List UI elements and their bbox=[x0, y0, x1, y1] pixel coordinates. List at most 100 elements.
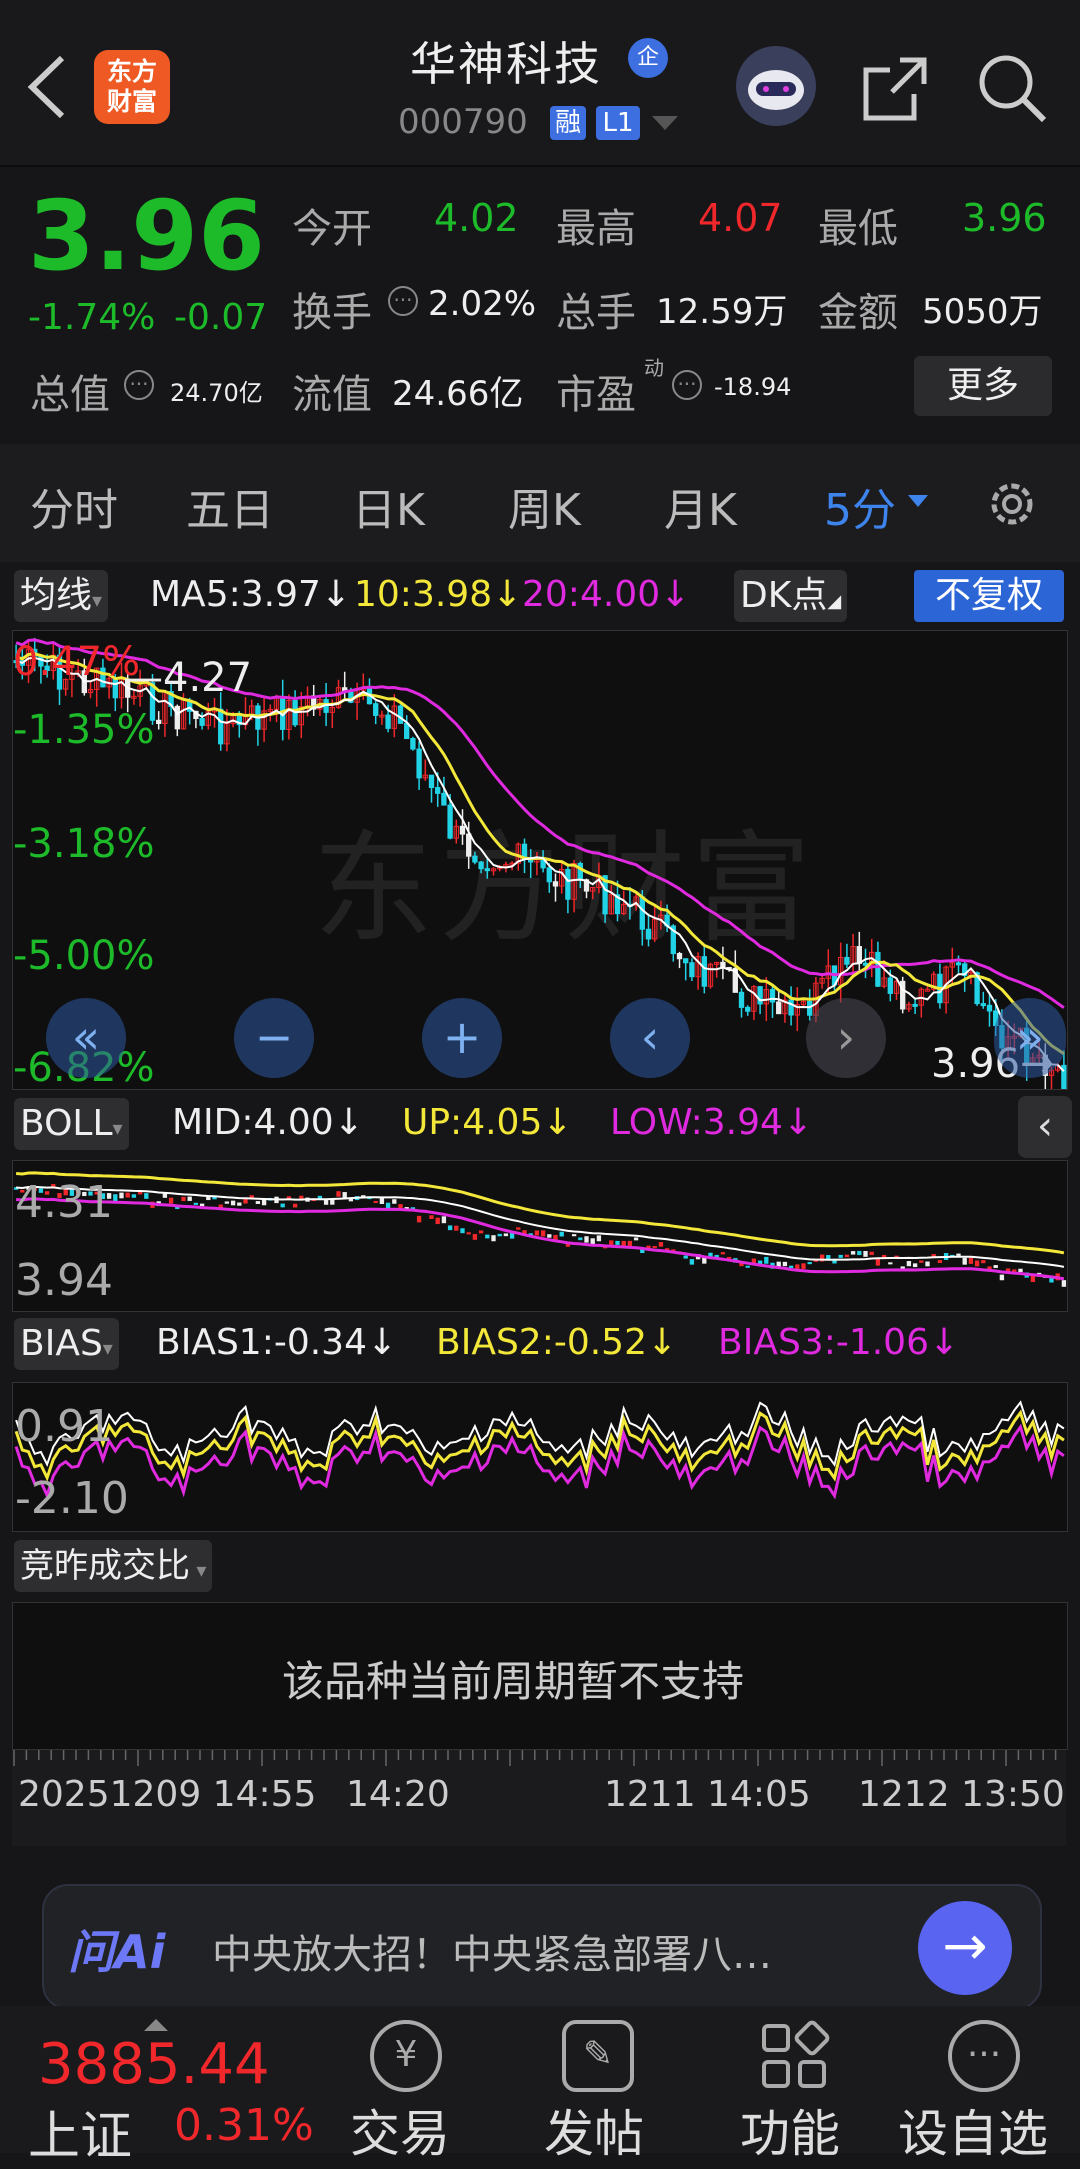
boll-candle bbox=[571, 1234, 577, 1237]
candle-body bbox=[745, 1006, 751, 1012]
boll-candle bbox=[912, 1263, 918, 1268]
collapse-panel-icon[interactable]: ‹ bbox=[1018, 1096, 1072, 1158]
search-icon[interactable] bbox=[976, 52, 1048, 124]
high-value: 4.07 bbox=[698, 196, 783, 240]
time-label-3: 1211 14:05 bbox=[604, 1774, 811, 1815]
level-tag: L1 bbox=[596, 106, 640, 140]
boll-candle bbox=[869, 1251, 874, 1256]
info-icon[interactable]: ··· bbox=[124, 370, 154, 400]
index-percent[interactable]: 0.31% bbox=[174, 2100, 314, 2151]
y-label-top: 0.47% bbox=[13, 639, 141, 685]
tab-five-day[interactable]: 五日 bbox=[186, 474, 274, 538]
boll-candle bbox=[491, 1235, 496, 1242]
nav-trade[interactable]: 交易 bbox=[350, 2094, 450, 2166]
boll-candle bbox=[447, 1225, 453, 1231]
ai-prompt-text[interactable]: 中央放大招！中央紧急部署八… bbox=[212, 1922, 772, 1980]
open-value: 4.02 bbox=[434, 196, 519, 240]
nav-function[interactable]: 功能 bbox=[740, 2094, 840, 2166]
candle-body bbox=[757, 986, 763, 1005]
high-marker: —4.27 bbox=[123, 655, 253, 701]
boll-candle bbox=[454, 1225, 459, 1231]
time-label-start: 20251209 14:55 bbox=[18, 1774, 317, 1815]
tab-weekly-k[interactable]: 周K bbox=[508, 474, 581, 538]
candle-body bbox=[397, 705, 404, 724]
boll-candle bbox=[720, 1252, 726, 1255]
robot-avatar-icon[interactable] bbox=[734, 44, 818, 128]
scroll-right-double-icon[interactable]: » bbox=[994, 998, 1066, 1078]
boll-candle bbox=[497, 1233, 502, 1237]
ma-selector-label: 均线 bbox=[20, 575, 93, 616]
boll-candle bbox=[1012, 1269, 1017, 1272]
candle-body bbox=[912, 1003, 918, 1007]
candle-body bbox=[416, 748, 422, 779]
index-value[interactable]: 3885.44 bbox=[38, 2032, 270, 2097]
main-kline-chart[interactable]: 东方财富 0.47% -1.35% -3.18% -5.00% -6.82% —… bbox=[12, 630, 1068, 1090]
tab-monthly-k[interactable]: 月K bbox=[664, 474, 737, 538]
info-icon[interactable]: ··· bbox=[388, 286, 418, 316]
boll-candle bbox=[516, 1227, 521, 1230]
boll-candle bbox=[968, 1257, 974, 1264]
function-grid-icon[interactable] bbox=[758, 2020, 830, 2092]
tab-intraday[interactable]: 分时 bbox=[30, 474, 118, 538]
bias-selector[interactable]: BIAS▾ bbox=[14, 1318, 119, 1370]
adjust-button[interactable]: 不复权 bbox=[914, 570, 1064, 622]
boll-candle bbox=[857, 1250, 862, 1256]
watchlist-more-icon[interactable]: ··· bbox=[948, 2020, 1020, 2092]
pe-sup: 动 bbox=[644, 356, 664, 380]
nav-watchlist[interactable]: 设自选 bbox=[898, 2094, 1048, 2166]
settings-gear-icon[interactable] bbox=[982, 474, 1042, 534]
boll-candle bbox=[460, 1228, 465, 1234]
more-button[interactable]: 更多 bbox=[914, 356, 1052, 416]
amount-value: 5050万 bbox=[922, 292, 1043, 332]
app-logo[interactable]: 东方 财富 bbox=[94, 50, 170, 124]
index-name[interactable]: 上证 bbox=[28, 2094, 132, 2169]
auction-selector[interactable]: 竞昨成交比 ▾ bbox=[14, 1540, 213, 1592]
open-label: 今开 bbox=[292, 206, 372, 252]
verified-badge: 企 bbox=[628, 38, 668, 78]
boll-candle bbox=[658, 1242, 664, 1247]
scroll-left-icon[interactable]: ‹ bbox=[610, 998, 690, 1078]
boll-candle bbox=[850, 1251, 856, 1255]
boll-candle bbox=[540, 1230, 546, 1237]
candle-body bbox=[887, 977, 893, 994]
zoom-out-icon[interactable]: − bbox=[234, 998, 314, 1078]
candle-body bbox=[478, 861, 484, 870]
back-icon[interactable] bbox=[22, 52, 72, 122]
scroll-left-double-icon[interactable]: « bbox=[46, 998, 126, 1078]
boll-candle bbox=[937, 1260, 943, 1264]
zoom-in-icon[interactable]: + bbox=[422, 998, 502, 1078]
share-icon[interactable] bbox=[860, 54, 930, 124]
boll-up: UP:4.05↓ bbox=[402, 1102, 573, 1143]
trade-yen-icon[interactable]: ¥ bbox=[370, 2020, 442, 2092]
candle-body bbox=[565, 868, 571, 900]
ai-go-arrow-icon[interactable]: → bbox=[918, 1901, 1012, 1995]
ma-selector[interactable]: 均线▾ bbox=[14, 570, 109, 622]
tab-dropdown-icon[interactable] bbox=[908, 494, 928, 513]
candle-body bbox=[986, 1004, 993, 1012]
nav-post[interactable]: 发帖 bbox=[544, 2094, 644, 2166]
boll-candle bbox=[547, 1234, 552, 1238]
boll-candle bbox=[974, 1260, 980, 1267]
boll-candle bbox=[119, 1192, 124, 1199]
boll-candle bbox=[193, 1202, 199, 1205]
boll-candle bbox=[1061, 1280, 1067, 1287]
boll-candle bbox=[807, 1261, 812, 1265]
boll-candle bbox=[398, 1204, 403, 1209]
boll-y-top: 4.31 bbox=[15, 1177, 113, 1228]
candle-body bbox=[769, 989, 776, 1003]
tab-daily-k[interactable]: 日K bbox=[352, 474, 425, 538]
time-label-2: 14:20 bbox=[346, 1774, 450, 1815]
post-edit-icon[interactable]: ✎ bbox=[562, 2020, 634, 2092]
boll-candle bbox=[993, 1265, 998, 1268]
bias-y-bottom: -2.10 bbox=[15, 1473, 129, 1524]
dk-point-toggle[interactable]: DK点◢ bbox=[734, 570, 848, 622]
boll-y-bottom: 3.94 bbox=[15, 1255, 113, 1306]
candle-body bbox=[738, 991, 745, 1008]
info-icon[interactable]: ··· bbox=[672, 370, 702, 400]
candle-body bbox=[218, 708, 224, 745]
scroll-right-icon[interactable]: › bbox=[806, 998, 886, 1078]
volume-label: 总手 bbox=[556, 290, 636, 336]
tab-5min[interactable]: 5分 bbox=[824, 474, 896, 538]
boll-selector[interactable]: BOLL▾ bbox=[14, 1098, 129, 1150]
dropdown-icon[interactable] bbox=[652, 116, 678, 136]
